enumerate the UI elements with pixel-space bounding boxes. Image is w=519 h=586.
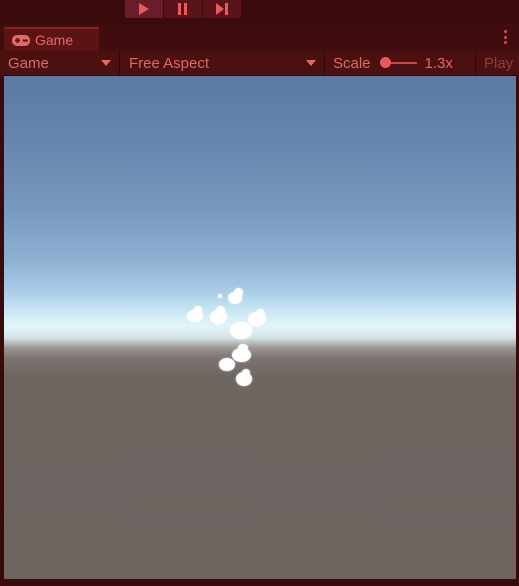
window-tab-bar: Game bbox=[0, 24, 519, 51]
scale-value: 1.3x bbox=[424, 54, 453, 72]
game-view-toolbar: Game Free Aspect Scale 1.3x Play bbox=[0, 51, 519, 76]
tab-label: Game bbox=[35, 32, 74, 48]
gamepad-icon bbox=[12, 34, 30, 46]
play-button[interactable] bbox=[125, 0, 163, 18]
scale-slider-handle[interactable] bbox=[379, 57, 391, 68]
play-controls bbox=[125, 0, 241, 18]
aspect-dropdown[interactable]: Free Aspect bbox=[121, 51, 325, 75]
scale-label: Scale bbox=[333, 54, 371, 72]
display-dropdown[interactable]: Game bbox=[0, 51, 120, 75]
step-icon bbox=[215, 3, 228, 15]
play-mode-dropdown[interactable]: Play bbox=[475, 51, 519, 75]
tab-game[interactable]: Game bbox=[4, 27, 99, 51]
chevron-down-icon bbox=[306, 60, 316, 66]
window-border bbox=[0, 76, 4, 586]
scale-control: Scale 1.3x bbox=[333, 51, 453, 75]
aspect-dropdown-value: Free Aspect bbox=[129, 54, 210, 72]
window-border bbox=[0, 579, 519, 586]
chevron-down-icon bbox=[101, 60, 111, 66]
kebab-menu-icon[interactable] bbox=[503, 30, 507, 44]
scale-slider[interactable] bbox=[379, 57, 417, 68]
play-icon bbox=[139, 3, 149, 15]
play-mode-label: Play bbox=[484, 54, 514, 72]
display-dropdown-value: Game bbox=[8, 54, 49, 72]
pause-button[interactable] bbox=[164, 0, 202, 18]
step-button[interactable] bbox=[203, 0, 241, 18]
pause-icon bbox=[178, 3, 187, 15]
game-viewport[interactable] bbox=[4, 76, 516, 579]
play-mode-strip bbox=[0, 0, 519, 24]
